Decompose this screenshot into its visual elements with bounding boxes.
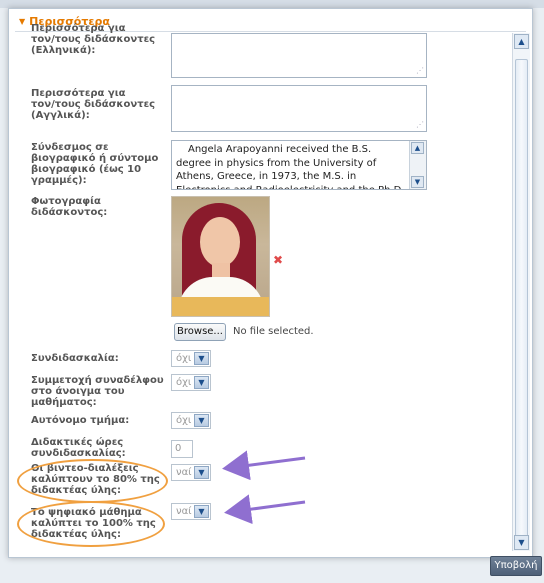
arrow-to-digital-select <box>224 494 306 525</box>
submit-button[interactable]: Υποβολή <box>490 556 542 576</box>
annotation-arrows <box>222 450 306 525</box>
arrow-to-video-select <box>222 450 306 481</box>
